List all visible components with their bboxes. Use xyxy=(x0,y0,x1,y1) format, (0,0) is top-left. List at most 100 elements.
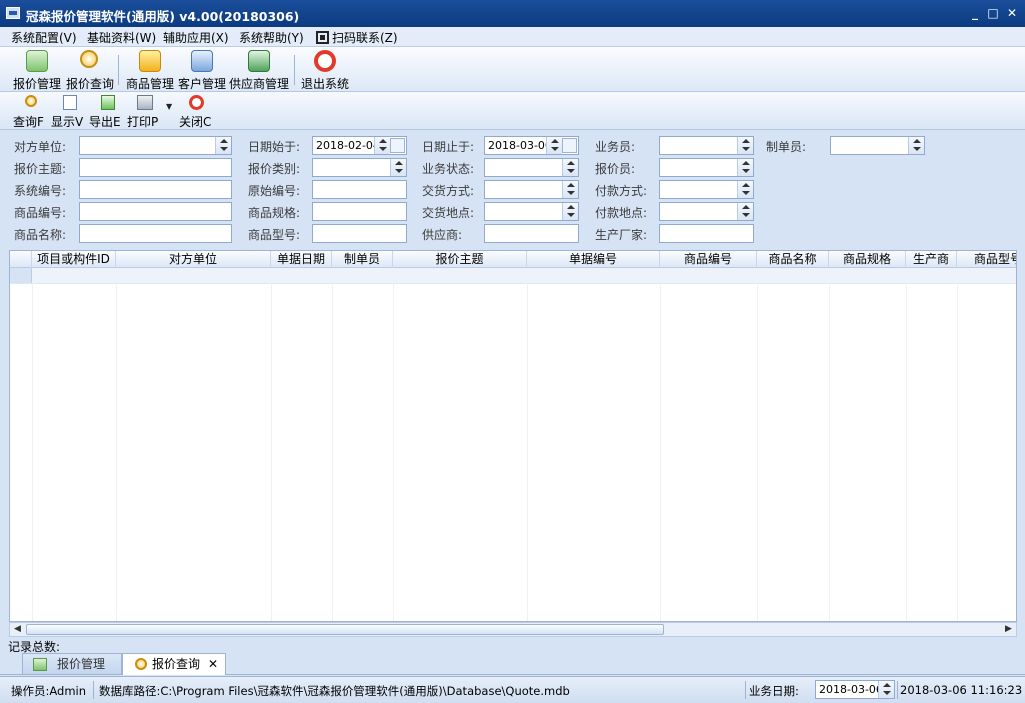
spinner-icon[interactable] xyxy=(562,203,578,220)
menu-aux-apps[interactable]: 辅助应用(X) xyxy=(163,29,229,46)
exit-system-button[interactable]: 退出系统 xyxy=(300,47,350,92)
display-button[interactable]: 显示V xyxy=(51,92,87,130)
results-grid[interactable]: 项目或构件ID 对方单位 单据日期 制单员 报价主题 单据编号 商品编号 商品名… xyxy=(9,250,1017,622)
query-button[interactable]: 查询F xyxy=(13,92,49,130)
quoter-select[interactable] xyxy=(659,158,754,177)
date-from-field[interactable]: 2018-02-04 xyxy=(312,136,407,155)
product-name-input[interactable] xyxy=(79,224,232,243)
tab-close-icon[interactable]: ✕ xyxy=(208,654,218,674)
maximize-button[interactable]: □ xyxy=(985,6,1001,20)
magnifier-icon xyxy=(80,50,98,68)
toolbar-separator xyxy=(294,55,295,85)
payment-method-select[interactable] xyxy=(659,180,754,199)
product-no-label: 商品编号: xyxy=(14,206,67,220)
system-no-input[interactable] xyxy=(79,180,232,199)
supplier-input[interactable] xyxy=(484,224,579,243)
spinner-icon[interactable] xyxy=(737,159,753,176)
print-button[interactable]: ▼ 打印P xyxy=(127,92,175,130)
scroll-thumb[interactable] xyxy=(26,624,664,635)
column-header[interactable]: 制单员 xyxy=(332,251,393,268)
payment-place-label: 付款地点: xyxy=(595,206,648,220)
menu-help[interactable]: 系统帮助(Y) xyxy=(239,29,304,46)
column-header[interactable]: 报价主题 xyxy=(393,251,527,268)
salesperson-select[interactable] xyxy=(659,136,754,155)
quote-management-label: 报价管理 xyxy=(12,77,61,91)
tab-quote-query[interactable]: 报价查询 ✕ xyxy=(122,653,226,675)
scroll-right-icon[interactable]: ▶ xyxy=(1001,623,1016,636)
spinner-icon[interactable] xyxy=(737,137,753,154)
product-spec-input[interactable] xyxy=(312,202,407,221)
manufacturer-input[interactable] xyxy=(659,224,754,243)
subject-input[interactable] xyxy=(79,158,232,177)
search-icon xyxy=(25,95,37,107)
operator-status: 操作员:Admin xyxy=(11,684,87,698)
calculator-icon xyxy=(33,658,47,671)
calendar-icon[interactable] xyxy=(390,138,405,153)
calendar-icon[interactable] xyxy=(562,138,577,153)
column-header[interactable]: 商品编号 xyxy=(660,251,757,268)
menu-base-data[interactable]: 基础资料(W) xyxy=(87,29,156,46)
column-header[interactable]: 商品规格 xyxy=(829,251,906,268)
spinner-icon[interactable] xyxy=(390,159,406,176)
spinner-icon[interactable] xyxy=(878,681,894,698)
close-button[interactable]: 关闭C xyxy=(179,92,215,130)
menu-system-config[interactable]: 系统配置(V) xyxy=(11,29,77,46)
spinner-icon[interactable] xyxy=(562,181,578,198)
quote-query-button[interactable]: 报价查询 xyxy=(64,47,116,92)
quote-management-button[interactable]: 报价管理 xyxy=(11,47,63,92)
column-header[interactable]: 商品型号 xyxy=(957,251,1016,268)
product-management-button[interactable]: 商品管理 xyxy=(124,47,176,92)
quote-query-label: 报价查询 xyxy=(65,77,114,91)
delivery-place-select[interactable] xyxy=(484,202,579,221)
product-name-label: 商品名称: xyxy=(14,228,67,242)
date-from-label: 日期始于: xyxy=(248,140,301,154)
business-status-select[interactable] xyxy=(484,158,579,177)
menu-scan-contact-label: 扫码联系(Z) xyxy=(332,31,398,45)
column-header[interactable]: 生产商 xyxy=(906,251,957,268)
scroll-left-icon[interactable]: ◀ xyxy=(10,623,25,636)
column-header[interactable]: 单据日期 xyxy=(271,251,332,268)
minimize-button[interactable]: _ xyxy=(967,6,983,20)
quoter-label: 报价员: xyxy=(595,162,636,176)
spinner-icon[interactable] xyxy=(737,181,753,198)
print-dropdown-arrow-icon[interactable]: ▼ xyxy=(166,102,172,111)
original-no-input[interactable] xyxy=(312,180,407,199)
supplier-management-button[interactable]: 供应商管理 xyxy=(228,47,290,92)
table-row[interactable] xyxy=(10,268,1016,284)
no-entry-icon xyxy=(314,50,336,72)
spinner-icon[interactable] xyxy=(374,137,390,154)
customer-management-button[interactable]: 客户管理 xyxy=(176,47,228,92)
customer-card-icon xyxy=(191,50,213,72)
product-no-input[interactable] xyxy=(79,202,232,221)
close-window-button[interactable]: ✕ xyxy=(1004,6,1020,20)
spinner-icon[interactable] xyxy=(215,137,231,154)
spinner-icon[interactable] xyxy=(546,137,562,154)
counterparty-label: 对方单位: xyxy=(14,140,67,154)
toolbar-separator xyxy=(118,55,119,85)
counterparty-select[interactable] xyxy=(79,136,232,155)
quote-type-select[interactable] xyxy=(312,158,407,177)
spinner-icon[interactable] xyxy=(562,159,578,176)
payment-place-select[interactable] xyxy=(659,202,754,221)
delivery-place-label: 交货地点: xyxy=(422,206,475,220)
date-to-field[interactable]: 2018-03-06 xyxy=(484,136,579,155)
product-model-input[interactable] xyxy=(312,224,407,243)
system-no-label: 系统编号: xyxy=(14,184,67,198)
tab-quote-management-label: 报价管理 xyxy=(57,657,106,671)
tab-quote-management[interactable]: 报价管理 xyxy=(22,653,122,675)
row-indicator[interactable] xyxy=(10,268,32,283)
column-header[interactable]: 单据编号 xyxy=(527,251,660,268)
delivery-method-select[interactable] xyxy=(484,180,579,199)
spinner-icon[interactable] xyxy=(908,137,924,154)
business-date-field[interactable]: 2018-03-06 xyxy=(815,680,895,699)
column-header[interactable]: 对方单位 xyxy=(116,251,271,268)
horizontal-scrollbar[interactable]: ◀ ▶ xyxy=(9,622,1017,637)
column-header[interactable]: 项目或构件ID xyxy=(32,251,116,268)
menu-scan-contact[interactable]: 扫码联系(Z) xyxy=(316,29,398,46)
column-header[interactable]: 商品名称 xyxy=(757,251,829,268)
creator-select[interactable] xyxy=(830,136,925,155)
close-icon xyxy=(189,95,204,110)
status-bar: 操作员:Admin 数据库路径:C:\Program Files\冠森软件\冠森… xyxy=(0,676,1025,703)
export-button[interactable]: 导出E xyxy=(89,92,125,130)
spinner-icon[interactable] xyxy=(737,203,753,220)
